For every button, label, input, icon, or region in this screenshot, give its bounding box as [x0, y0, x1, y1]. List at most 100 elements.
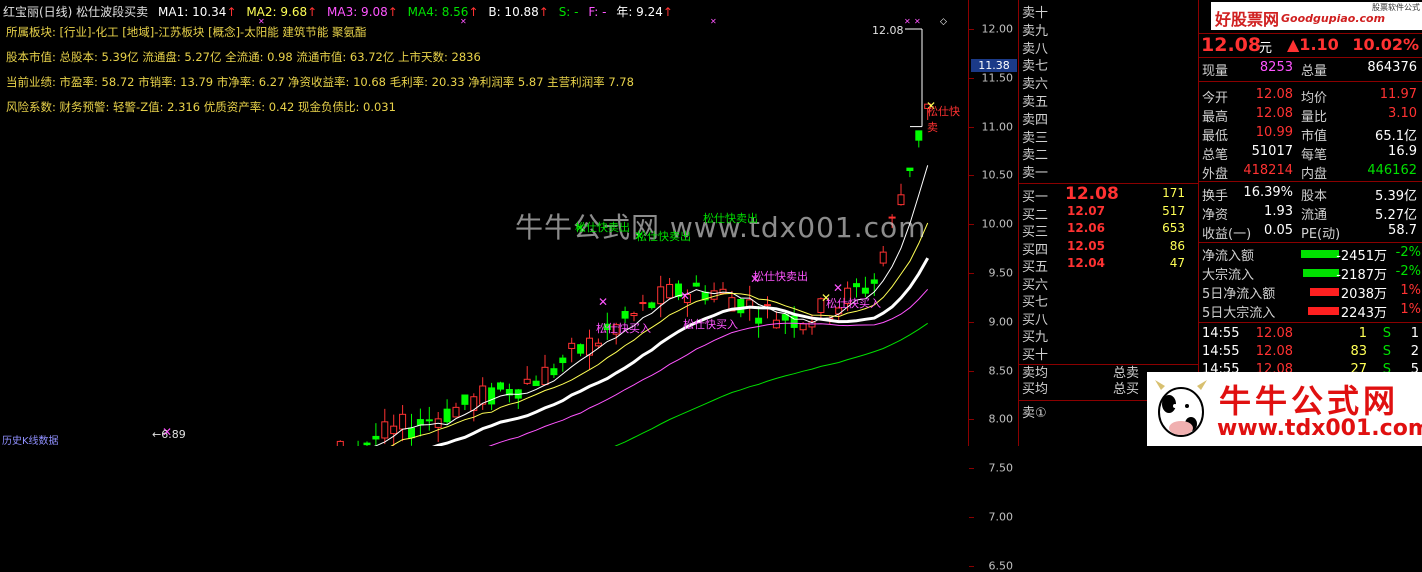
candle-body: [497, 382, 504, 390]
flow-label: 大宗流入: [1202, 268, 1255, 283]
candle-body: [461, 394, 469, 405]
axis-tick-label: 8.00: [988, 412, 1014, 426]
bid-volume: 171: [1162, 186, 1185, 200]
candle-body: [523, 378, 531, 384]
candle-body: [488, 387, 496, 405]
tick-row[interactable]: 14:55 12.08 83 S 2: [1199, 344, 1422, 362]
stat-label: 外盘: [1202, 167, 1229, 182]
orderbook-averages: 卖均 买均: [1022, 366, 1048, 398]
axis-tick-label: 8.50: [988, 364, 1014, 378]
axis-tick-mark: [969, 468, 974, 470]
buy-avg-label: 买均: [1022, 382, 1049, 397]
ma4-value: MA4: 8.56: [407, 5, 469, 19]
stat-label: 内盘: [1301, 167, 1328, 182]
flow-value: -2187万: [1336, 268, 1387, 283]
ma1-arrow-icon: ↑: [226, 5, 237, 19]
candle-body: [666, 283, 674, 299]
ask-row[interactable]: 卖四: [1019, 109, 1197, 128]
axis-tick-label: 11.50: [981, 71, 1014, 85]
bid-row[interactable]: 买八: [1019, 309, 1197, 328]
tick-count: 2: [1410, 344, 1419, 359]
high-price-marker: 12.08: [872, 24, 904, 37]
bid-row[interactable]: 买三 12.06 653: [1019, 221, 1197, 240]
stat-value: 0.05: [1264, 223, 1293, 238]
candle-body: [568, 342, 576, 349]
bid-volume: 653: [1162, 221, 1185, 235]
bid-label: 买十: [1022, 347, 1049, 363]
ma4-arrow-icon: ↑: [468, 5, 479, 19]
candle-body: [363, 442, 371, 446]
candle-body: [737, 299, 745, 314]
panel-divider: [1199, 242, 1422, 243]
kline-chart[interactable]: ✕ ✕ ✕ ✕ ✕ ✕ ✕ ✕ ✕ ✕ ✕ ✕ ✕ ✕ ◇ 红宝丽(日线) 松仕波段买卖 MA1: 10.3…: [0, 0, 968, 447]
bid-row[interactable]: 买二 12.07 517: [1019, 203, 1197, 223]
ask-row[interactable]: 卖七: [1019, 55, 1197, 74]
stat-value: 16.39%: [1243, 185, 1293, 200]
bid-row[interactable]: 买五 12.04 47: [1019, 256, 1197, 275]
top-mark-icon: ✕: [914, 17, 921, 26]
candle-body: [577, 344, 585, 354]
axis-tick-label: 6.50: [988, 559, 1014, 572]
bid-row[interactable]: 买十: [1019, 344, 1197, 363]
bid-label: 买九: [1022, 330, 1049, 345]
ad-banner[interactable]: 牛牛公式网 www.tdx001.com: [1147, 372, 1422, 446]
ask-row[interactable]: 卖五: [1019, 91, 1197, 110]
ask-row[interactable]: 卖一: [1019, 162, 1197, 182]
ask-row[interactable]: 卖九: [1019, 20, 1197, 39]
total-vol-label: 总量: [1301, 64, 1328, 79]
cow-logo-icon: [1151, 376, 1211, 442]
bid-row[interactable]: 买一 12.08 171: [1019, 184, 1197, 205]
signal-cross-icon: ✕: [680, 289, 690, 303]
candle-body: [594, 342, 602, 347]
bid-label: 买七: [1022, 295, 1049, 310]
tick-price: 12.08: [1255, 326, 1293, 341]
panel-divider: [1199, 322, 1422, 323]
info-capital: 股本市值: 总股本: 5.39亿 流通盘: 5.27亿 全流通: 0.98 流通…: [6, 50, 481, 64]
tick-count: 1: [1410, 326, 1419, 341]
bid-row[interactable]: 买四 12.05 86: [1019, 239, 1197, 258]
volume-row: 现量 8253 总量 864376: [1199, 60, 1422, 79]
diamond-icon: ◇: [940, 17, 947, 27]
tick-row[interactable]: 14:55 12.08 1 S 1: [1199, 326, 1422, 344]
candle-body: [559, 357, 567, 364]
top-mark-icon: ✕: [710, 17, 717, 26]
ask-label: 卖四: [1022, 112, 1049, 128]
bid-price: 12.07: [1067, 203, 1105, 218]
axis-tick-mark: [969, 175, 974, 177]
flow-value: 2038万: [1340, 287, 1387, 302]
trend-line: [431, 257, 930, 446]
stat-row: 最高 12.08 量比 3.10: [1199, 106, 1422, 125]
candle-body: [692, 282, 700, 287]
ask-row[interactable]: 卖八: [1019, 38, 1197, 57]
tick-side: S: [1382, 344, 1391, 359]
bid-row[interactable]: 买七: [1019, 291, 1197, 310]
bid-row[interactable]: 买六: [1019, 274, 1197, 293]
flow-pct: -2%: [1395, 264, 1421, 279]
signal-cross-icon: ✕: [598, 295, 608, 309]
stat-label: 每笔: [1301, 148, 1328, 163]
signal-buy-1: 松仕快买入: [596, 322, 651, 335]
candle-body: [861, 287, 869, 294]
bid-label: 买一: [1022, 190, 1049, 205]
price-unit: 元: [1259, 41, 1273, 56]
candle-body: [425, 419, 433, 422]
ask-row[interactable]: 卖三: [1019, 127, 1197, 146]
bid-row[interactable]: 买九: [1019, 326, 1197, 345]
last-price: 12.08: [1201, 34, 1262, 56]
candle-body: [648, 302, 656, 309]
flow-pct: -2%: [1395, 245, 1421, 260]
ask-row[interactable]: 卖六: [1019, 73, 1197, 92]
ask-row[interactable]: 卖十: [1019, 2, 1197, 21]
stat-label: 量比: [1301, 110, 1328, 125]
axis-tick-label: 12.00: [981, 22, 1014, 36]
candle-body: [443, 408, 451, 423]
stat-row: 最低 10.99 市值 65.1亿: [1199, 125, 1422, 144]
ask-row[interactable]: 卖二: [1019, 144, 1197, 163]
axis-tick-mark: [969, 370, 974, 372]
bid-label: 买八: [1022, 312, 1049, 328]
stat-row: 今开 12.08 均价 11.97: [1199, 87, 1422, 106]
axis-tick-label: 9.50: [988, 266, 1014, 280]
stat-label: 净资: [1202, 208, 1229, 223]
axis-tick-mark: [969, 29, 974, 30]
ask-label: 卖一: [1022, 166, 1049, 182]
